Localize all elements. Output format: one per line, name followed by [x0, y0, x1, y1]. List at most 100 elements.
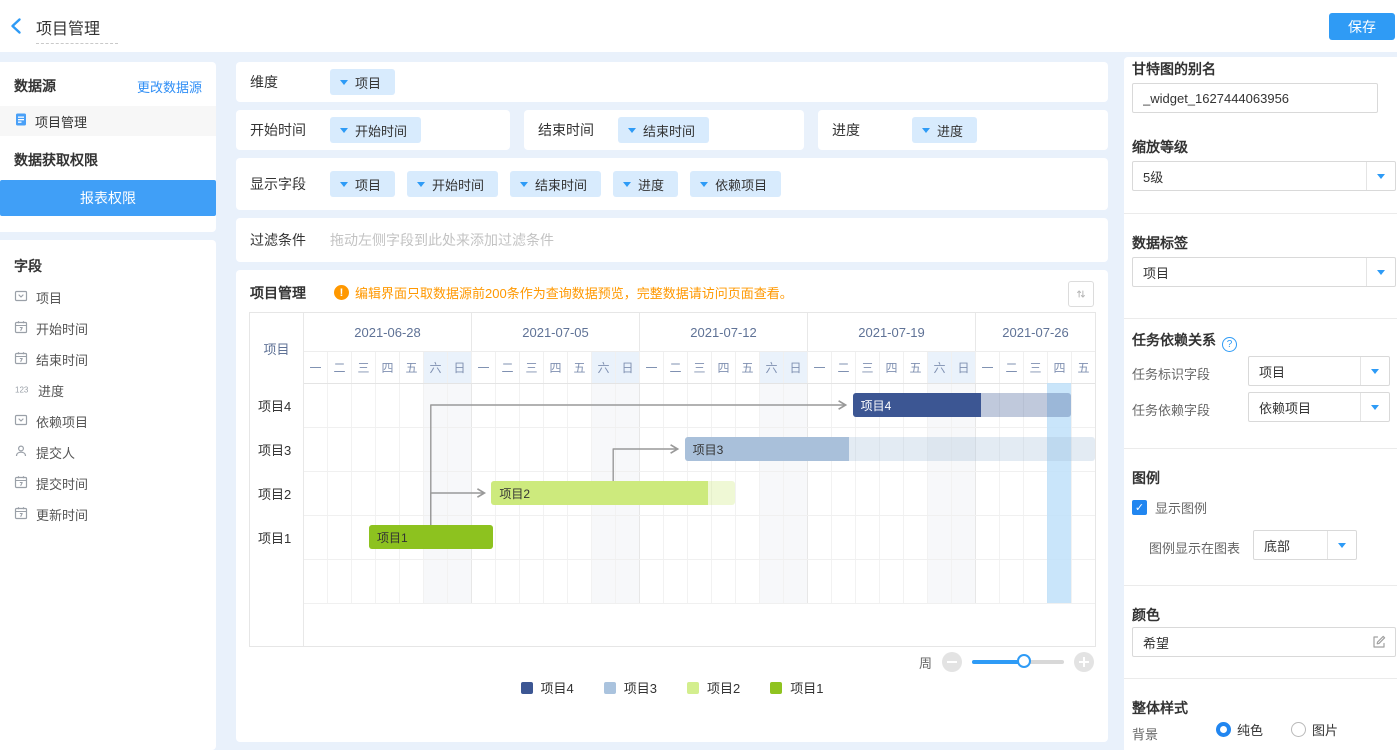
- legend-item[interactable]: 项目2: [687, 678, 740, 697]
- field-item-label: 提交时间: [36, 474, 88, 493]
- field-chip[interactable]: 结束时间: [618, 117, 709, 143]
- sort-order-button[interactable]: [1068, 281, 1094, 307]
- show-legend-row: 显示图例: [1132, 498, 1207, 517]
- permission-section-title: 数据获取权限: [14, 150, 98, 170]
- legend-item[interactable]: 项目1: [770, 678, 823, 697]
- gantt-row-line: [303, 603, 1095, 604]
- back-icon[interactable]: [8, 17, 28, 37]
- gantt-row-line: [303, 471, 1095, 472]
- gantt-row-label: 项目4: [250, 383, 303, 427]
- field-item-person[interactable]: 提交人: [14, 437, 204, 468]
- radio-checked-icon[interactable]: [1216, 722, 1231, 737]
- gantt-bar[interactable]: 项目2: [491, 481, 735, 505]
- title-underline: [36, 43, 118, 44]
- document-icon: [14, 112, 28, 130]
- field-item-enum[interactable]: 项目: [14, 282, 204, 313]
- zoom-out-button[interactable]: [942, 652, 962, 672]
- datasource-item[interactable]: 项目管理: [0, 106, 216, 136]
- field-item-number[interactable]: 123 进度: [14, 375, 204, 406]
- gantt-bar[interactable]: 项目3: [685, 437, 1095, 461]
- field-chip[interactable]: 项目: [330, 171, 395, 197]
- warning-text: 编辑界面只取数据源前200条作为查询数据预览，完整数据请访问页面查看。: [355, 283, 793, 302]
- gantt-row-label: 项目1: [250, 515, 303, 559]
- help-icon[interactable]: ?: [1222, 337, 1237, 352]
- color-input[interactable]: [1132, 627, 1396, 657]
- legend-item[interactable]: 项目3: [604, 678, 657, 697]
- task-dep-select[interactable]: 依赖项目: [1248, 392, 1390, 422]
- gantt-weekday-label: 二: [663, 351, 687, 383]
- gantt-bar[interactable]: 项目1: [369, 525, 493, 549]
- color-field: [1132, 627, 1396, 657]
- chip-label: 项目: [355, 175, 381, 194]
- field-chip[interactable]: 依赖项目: [690, 171, 781, 197]
- gantt-row-header: 项目: [250, 313, 303, 383]
- number-field-icon: 123: [14, 382, 30, 399]
- legend-item[interactable]: 项目4: [521, 678, 574, 697]
- zoom-slider[interactable]: [972, 660, 1064, 664]
- legend-swatch: [604, 682, 616, 694]
- field-item-enum[interactable]: 依赖项目: [14, 406, 204, 437]
- filter-row[interactable]: 过滤条件 拖动左侧字段到此处来添加过滤条件: [236, 218, 1108, 262]
- gantt-day-column: [327, 383, 351, 603]
- save-button[interactable]: 保存: [1329, 13, 1395, 40]
- gantt-row-label: 项目2: [250, 471, 303, 515]
- zoom-slider-handle[interactable]: [1017, 654, 1031, 668]
- change-datasource-link[interactable]: 更改数据源: [137, 77, 202, 96]
- fields-panel: 字段 项目开始时间结束时间 123 进度依赖项目提交人提交时间更新时间: [0, 240, 216, 750]
- gantt-bar-label: 项目1: [377, 525, 408, 549]
- page-title: 项目管理: [36, 15, 100, 39]
- field-chip[interactable]: 结束时间: [510, 171, 601, 197]
- field-item-date[interactable]: 结束时间: [14, 344, 204, 375]
- report-permission-button[interactable]: 报表权限: [0, 180, 216, 216]
- gantt-weekday-label: 五: [1071, 351, 1095, 383]
- show-legend-checkbox[interactable]: [1132, 500, 1147, 515]
- field-chip[interactable]: 进度: [912, 117, 977, 143]
- progress-label: 进度: [832, 120, 912, 140]
- gantt-day-column: [1071, 383, 1095, 603]
- zoom-in-button[interactable]: [1074, 652, 1094, 672]
- zoom-level-select[interactable]: 5级: [1132, 161, 1396, 191]
- gantt-weekday-label: 二: [495, 351, 519, 383]
- gantt-weekday-label: 六: [927, 351, 951, 383]
- legend-swatch: [770, 682, 782, 694]
- alias-input[interactable]: [1132, 83, 1378, 113]
- field-chip[interactable]: 开始时间: [407, 171, 498, 197]
- divider: [1124, 448, 1397, 449]
- dependency-section-title: 任务依赖关系?: [1132, 330, 1237, 352]
- radio-unchecked-icon[interactable]: [1291, 722, 1306, 737]
- gantt-chart[interactable]: 2021-06-282021-07-052021-07-122021-07-19…: [249, 312, 1096, 647]
- bg-option-label: 纯色: [1237, 720, 1263, 739]
- chevron-down-icon: [520, 182, 528, 187]
- gantt-bar[interactable]: 项目4: [853, 393, 1071, 417]
- task-id-select[interactable]: 项目: [1248, 356, 1390, 386]
- bg-option-selected: 纯色: [1216, 720, 1263, 739]
- legend-position-label: 图例显示在图表: [1149, 538, 1240, 557]
- field-item-date[interactable]: 提交时间: [14, 468, 204, 499]
- background-options: 纯色图片: [1216, 720, 1338, 739]
- start-time-chips: 开始时间: [330, 117, 421, 143]
- gantt-bar-label: 项目4: [861, 393, 892, 417]
- field-chip[interactable]: 项目: [330, 69, 395, 95]
- field-item-date[interactable]: 更新时间: [14, 499, 204, 530]
- field-item-date[interactable]: 开始时间: [14, 313, 204, 344]
- field-chip[interactable]: 开始时间: [330, 117, 421, 143]
- zoom-control: 周: [919, 652, 1094, 672]
- gantt-weekday-label: 四: [375, 351, 399, 383]
- field-item-label: 进度: [38, 381, 64, 400]
- data-label-select[interactable]: 项目: [1132, 257, 1396, 287]
- chevron-down-icon: [340, 80, 348, 85]
- gantt-weekday-label: 三: [855, 351, 879, 383]
- edit-pencil-icon[interactable]: [1372, 635, 1386, 652]
- data-label-title: 数据标签: [1132, 233, 1188, 253]
- legend-position-select[interactable]: 底部: [1253, 530, 1357, 560]
- date-field-icon: [14, 351, 28, 368]
- divider: [1124, 585, 1397, 586]
- gantt-weekday-label: 三: [1023, 351, 1047, 383]
- chip-label: 进度: [937, 121, 963, 140]
- gantt-row-line: [303, 427, 1095, 428]
- field-chip[interactable]: 进度: [613, 171, 678, 197]
- fields-section-title: 字段: [14, 256, 42, 276]
- chip-label: 进度: [638, 175, 664, 194]
- datasource-panel: 数据源 更改数据源 项目管理 数据获取权限 报表权限: [0, 62, 216, 232]
- field-item-label: 结束时间: [36, 350, 88, 369]
